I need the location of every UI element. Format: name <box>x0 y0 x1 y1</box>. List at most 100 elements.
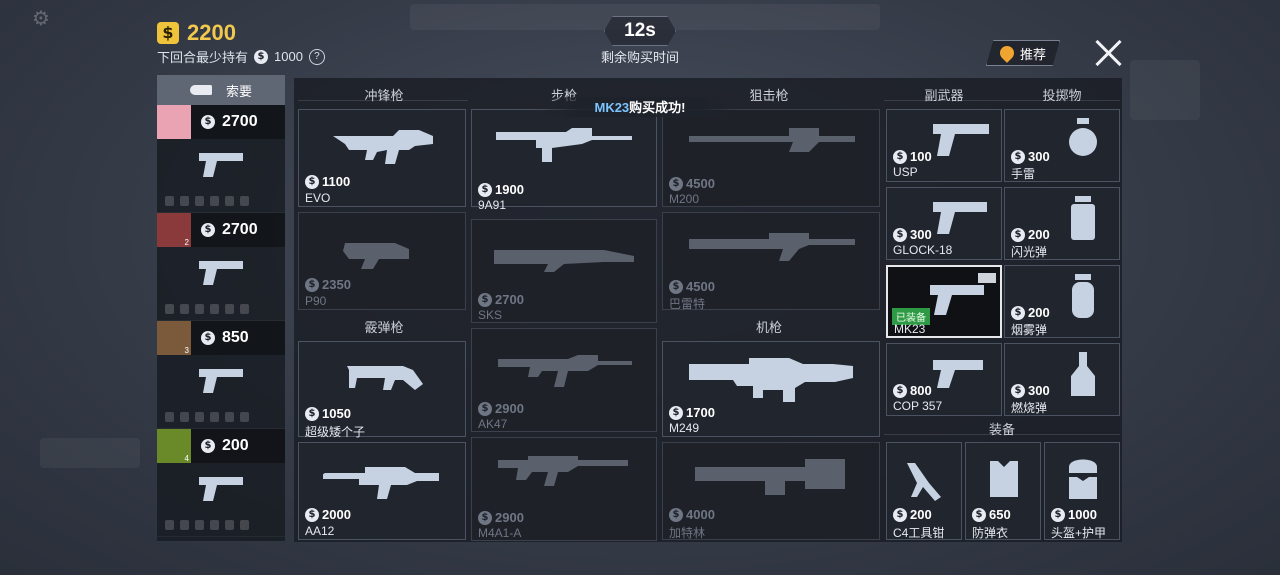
item-name: M4A1-A <box>478 526 522 540</box>
teammate-card[interactable]: 3 $850 <box>157 321 285 429</box>
item-card-gatling[interactable]: $4000 加特林 <box>662 442 880 540</box>
item-card-flash[interactable]: $200 闪光弹 <box>1004 187 1120 260</box>
recommend-label: 推荐 <box>1019 46 1046 62</box>
dollar-icon: $ <box>669 405 683 420</box>
dollar-icon: $ <box>478 510 492 525</box>
item-name: AA12 <box>305 524 335 538</box>
item-card-helmet-armor[interactable]: $1000 头盔+护甲 <box>1044 442 1120 540</box>
item-name: 9A91 <box>478 198 507 212</box>
item-card-mk23[interactable]: 已装备 MK23 <box>886 265 1002 338</box>
item-price: $650 <box>972 507 1011 522</box>
item-name: 超级矮个子 <box>305 425 366 439</box>
item-name: 巴雷特 <box>669 297 706 311</box>
teammate-header: $2700 <box>157 105 285 139</box>
section-smg: 冲锋枪 <box>364 88 404 103</box>
avatar: 2 <box>157 213 191 247</box>
item-price: $4500 <box>669 176 715 191</box>
teammate-card[interactable]: 4 $200 <box>157 429 285 537</box>
mk23-icon <box>930 285 984 315</box>
item-name: SKS <box>478 308 503 322</box>
dollar-icon: $ <box>305 174 319 189</box>
teammate-money: $2700 <box>201 221 258 239</box>
background-hud <box>1130 60 1200 120</box>
cop357-icon <box>933 360 983 388</box>
item-card-m200[interactable]: $4500 M200 <box>662 109 880 207</box>
dollar-icon: $ <box>972 507 986 522</box>
item-card-evo[interactable]: $1100 EVO <box>298 109 466 207</box>
item-card-ak47[interactable]: $2900 AK47 <box>471 328 657 432</box>
help-icon[interactable]: ? <box>308 48 325 65</box>
dollar-icon: $ <box>201 439 215 453</box>
settings-gear-icon[interactable]: ⚙ <box>32 6 50 31</box>
item-card-sks[interactable]: $2700 SKS <box>471 219 657 323</box>
dollar-icon: $ <box>305 406 319 421</box>
item-price: $200 <box>1011 227 1050 242</box>
slot-icon <box>225 520 234 530</box>
item-card-barrett[interactable]: $4500 巴雷特 <box>662 212 880 311</box>
slot-icon <box>210 304 219 314</box>
item-card-super-short[interactable]: $1050 超级矮个子 <box>298 341 466 439</box>
item-card-p90[interactable]: $2350 P90 <box>298 212 466 310</box>
slot-icon <box>240 304 249 314</box>
usp-icon <box>933 124 989 156</box>
item-card-vest[interactable]: $650 防弹衣 <box>965 442 1041 540</box>
item-card-smoke[interactable]: $200 烟雾弹 <box>1004 265 1120 338</box>
teammate-money-value: 2700 <box>222 113 258 130</box>
teammate-money: $850 <box>201 329 249 347</box>
pistol-icon <box>199 261 243 285</box>
slot-icon <box>210 412 219 422</box>
helmet-armor-icon <box>1069 459 1097 499</box>
recommend-button[interactable]: 推荐 <box>986 40 1060 66</box>
pistol-icon <box>199 153 243 177</box>
section-grenade: 投掷物 <box>1042 88 1082 103</box>
smoke-grenade-icon <box>1072 274 1094 318</box>
pliers-icon <box>907 463 941 501</box>
slot-icon <box>165 412 174 422</box>
item-name: EVO <box>305 191 331 205</box>
slot-icon <box>180 304 189 314</box>
item-price: $200 <box>893 507 932 522</box>
loadout-slots <box>165 196 249 206</box>
item-card-glock[interactable]: $300 GLOCK-18 <box>886 187 1002 260</box>
pistol-icon <box>199 369 243 393</box>
slot-icon <box>195 412 204 422</box>
request-button[interactable]: 索要 <box>157 75 285 105</box>
teammate-header: 3 $850 <box>157 321 285 355</box>
item-name: USP <box>893 165 918 179</box>
slot-icon <box>195 304 204 314</box>
slot-icon <box>180 520 189 530</box>
slot-icon <box>165 520 174 530</box>
teammate-money: $200 <box>201 437 249 455</box>
slot-icon <box>240 196 249 206</box>
item-card-usp[interactable]: $100 USP <box>886 109 1002 182</box>
ak47-icon <box>498 355 632 387</box>
teammate-card[interactable]: 2 $2700 <box>157 213 285 321</box>
flame-icon <box>997 43 1017 63</box>
close-button[interactable] <box>1094 38 1124 68</box>
9a91-icon <box>496 128 632 162</box>
item-price: $1000 <box>1051 507 1097 522</box>
item-price: $2350 <box>305 277 351 292</box>
item-card-frag[interactable]: $300 手雷 <box>1004 109 1120 182</box>
section-divider <box>884 434 1120 435</box>
item-price: $800 <box>893 383 932 398</box>
item-name: C4工具钳 <box>893 526 945 540</box>
player-number: 2 <box>184 238 189 247</box>
item-card-c4-pliers[interactable]: $200 C4工具钳 <box>886 442 962 540</box>
item-card-molotov[interactable]: $300 燃烧弹 <box>1004 343 1120 416</box>
item-card-cop357[interactable]: $800 COP 357 <box>886 343 1002 416</box>
item-card-9a91[interactable]: $1900 9A91 <box>471 109 657 212</box>
item-card-m4a1[interactable]: $2900 M4A1-A <box>471 437 657 541</box>
sks-icon <box>494 250 634 272</box>
item-price: $200 <box>1011 305 1050 320</box>
item-card-aa12[interactable]: $2000 AA12 <box>298 442 466 540</box>
dollar-icon: $ <box>201 331 215 345</box>
item-name: 烟雾弹 <box>1011 323 1048 337</box>
purchase-toast: MK23购买成功! <box>540 97 740 117</box>
item-name: 防弹衣 <box>972 526 1009 540</box>
gatling-icon <box>695 459 845 495</box>
teammate-card[interactable]: $2700 <box>157 105 285 213</box>
frag-grenade-icon <box>1069 118 1097 156</box>
item-card-m249[interactable]: $1700 M249 <box>662 341 880 437</box>
dollar-icon: $ <box>1011 305 1025 320</box>
